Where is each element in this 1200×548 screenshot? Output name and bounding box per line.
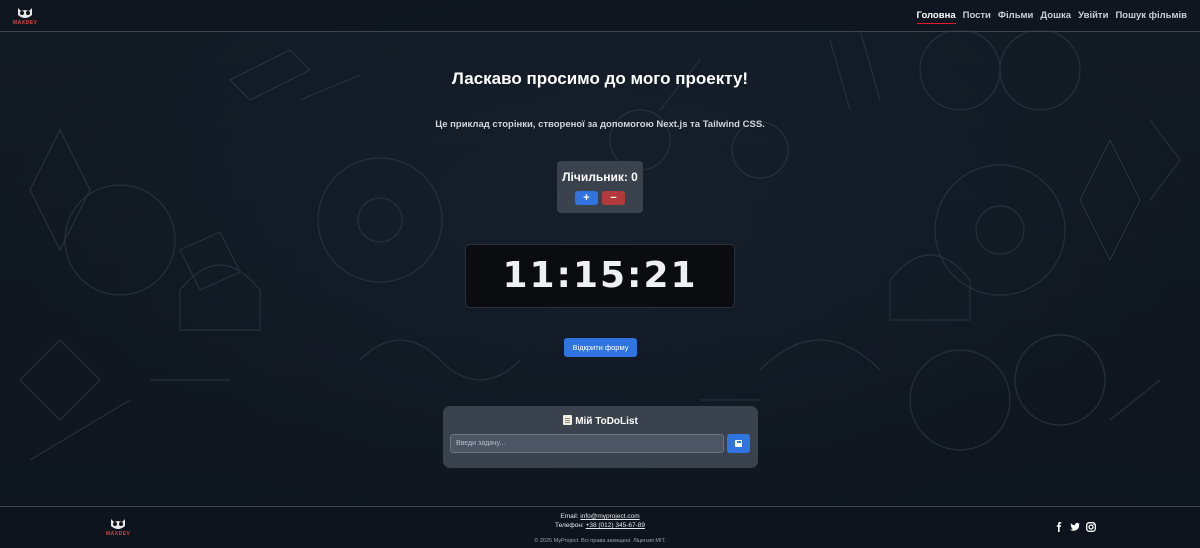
email-link[interactable]: info@myproject.com [580,513,639,520]
memo-icon [563,415,573,425]
copyright: © 2025 MyProject. Всі права захищені. Лі… [534,538,666,544]
nav-item-board[interactable]: Дошка [1040,10,1071,24]
counter-label: Лічильник: 0 [562,170,638,184]
footer-logo-text: MAXDEV [106,531,131,537]
top-navbar: MAXDEV Головна Пости Фільми Дошка Увійти… [0,0,1200,32]
page-subtitle: Це приклад сторінки, створеної за допомо… [435,119,765,130]
footer-contacts: Email: info@myproject.com Телефон: +38 (… [0,512,1200,530]
facebook-icon[interactable] [1054,522,1064,532]
phone-link[interactable]: +38 (012) 345-67-89 [586,522,645,529]
email-label: Email: [560,513,579,520]
nav-item-login[interactable]: Увійти [1078,10,1108,24]
nav-item-posts[interactable]: Пости [963,10,991,24]
decrement-button[interactable]: − [602,191,625,205]
save-icon [735,440,742,447]
brand-logo-text: MAXDEV [13,20,38,26]
nav-item-films[interactable]: Фільми [998,10,1034,24]
social-links [1054,522,1096,532]
todo-card: Мій ToDoList [443,406,758,468]
counter-buttons: + − [557,191,643,205]
page-title: Ласкаво просимо до мого проекту! [451,69,749,88]
nav-item-home[interactable]: Головна [916,10,956,24]
add-task-button[interactable] [727,434,750,453]
instagram-icon[interactable] [1086,522,1096,532]
page-footer: MAXDEV Email: info@myproject.com Телефон… [0,506,1200,548]
open-form-button[interactable]: Відкрити форму [564,338,637,357]
main-nav: Головна Пости Фільми Дошка Увійти Пошук … [916,10,1187,24]
main-content: Ласкаво просимо до мого проекту! Це прик… [0,32,1200,506]
twitter-icon[interactable] [1070,522,1080,532]
nav-item-film-search[interactable]: Пошук фільмів [1115,10,1187,24]
increment-button[interactable]: + [575,191,598,205]
counter-card: Лічильник: 0 + − [557,161,643,213]
footer-email-row: Email: info@myproject.com [0,512,1200,521]
todo-input[interactable] [450,434,724,453]
digital-clock: 11:15:21 [465,244,735,308]
todo-title: Мій ToDoList [575,416,638,427]
owl-icon [18,8,32,18]
footer-phone-row: Телефон: +38 (012) 345-67-89 [0,521,1200,530]
todo-header: Мій ToDoList [443,415,758,427]
brand-logo[interactable]: MAXDEV [13,6,37,28]
phone-label: Телефон: [554,522,584,529]
